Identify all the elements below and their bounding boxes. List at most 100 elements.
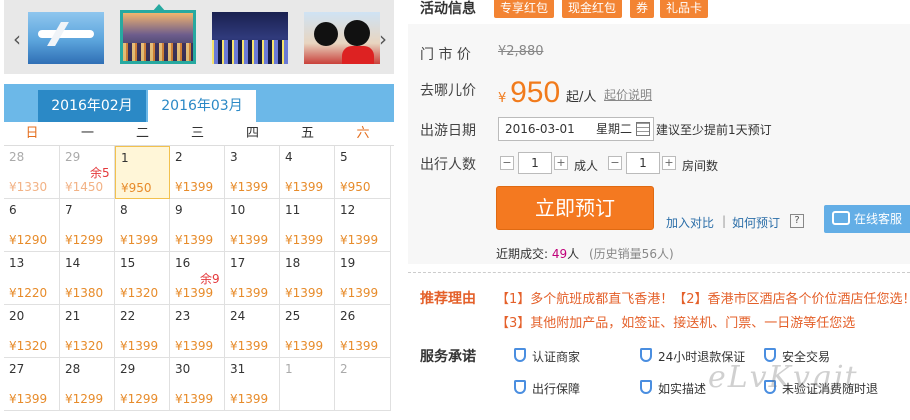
day-price: ¥1320 [120,286,159,300]
calendar-day[interactable]: 2 ¥1399 [170,146,225,199]
qunar-price: ¥ 950 [498,76,560,110]
day-number: 21 [65,309,81,323]
calendar-day[interactable]: 20 ¥1320 [4,305,60,358]
thumbnail-airplane[interactable] [28,12,104,64]
promo-tag-cash-redpacket[interactable]: 现金红包 [562,0,623,18]
tab-month-mar[interactable]: 2016年03月 [148,90,256,122]
calendar-day[interactable]: 1 ¥950 [115,146,170,199]
weekday-tue: 二 [135,126,149,141]
chevron-right-icon[interactable]: › [376,28,390,50]
calendar-day[interactable]: 21 ¥1320 [60,305,115,358]
thumbnail-mickey[interactable] [304,12,380,64]
calendar-day[interactable]: 15 ¥1320 [115,252,170,305]
add-compare-link[interactable]: 加入对比 [666,214,714,231]
promise-item: 如实描述 [640,380,706,397]
price-unit: 起/人 [566,90,597,105]
day-number: 31 [230,362,246,376]
calendar-day[interactable]: 9 ¥1399 [170,199,225,252]
chevron-left-icon[interactable]: ‹ [10,28,24,50]
calendar-day[interactable]: 30 ¥1399 [170,358,225,411]
calendar-day[interactable]: 6 ¥1290 [4,199,60,252]
adult-plus-button[interactable]: + [554,156,568,170]
day-number: 16 [175,256,191,270]
calendar-day[interactable]: 10 ¥1399 [225,199,280,252]
day-number: 27 [9,362,25,376]
day-price: ¥950 [340,180,371,194]
day-number: 29 [120,362,136,376]
day-price: ¥1399 [285,286,324,300]
calendar-day[interactable]: 14 ¥1380 [60,252,115,305]
reason-text: 【1】多个航班成都直飞香港！【2】香港市区酒店各个价位酒店任您选！【3】其他附加… [496,292,910,331]
calendar-day: 2 [335,358,391,411]
calendar-day[interactable]: 24 ¥1399 [225,305,280,358]
calendar-day[interactable]: 27 ¥1399 [4,358,60,411]
day-number: 11 [285,203,301,217]
calendar-grid: 28 ¥1330 29 余5 ¥1450 1 ¥950 2 ¥1399 3 ¥1399 4 ¥1399 5… [4,146,394,411]
price-explain-link[interactable]: 起价说明 [604,86,652,103]
thumbnail-harbor[interactable] [120,10,196,64]
how-to-book-link[interactable]: 如何预订 [732,214,780,231]
thumbnail-skyline[interactable] [212,12,288,64]
link-separator: | [722,214,727,228]
day-price: ¥1450 [65,180,104,194]
calendar-day[interactable]: 13 ¥1220 [4,252,60,305]
day-price: ¥1399 [285,180,324,194]
calendar-icon[interactable] [636,122,650,136]
room-minus-button[interactable]: − [608,156,622,170]
day-number: 28 [65,362,81,376]
calendar-day[interactable]: 3 ¥1399 [225,146,280,199]
day-number: 10 [230,203,246,217]
calendar-day[interactable]: 29 余5 ¥1450 [60,146,115,199]
calendar-day[interactable]: 19 ¥1399 [335,252,391,305]
promise-label: 服务承诺 [420,349,476,365]
room-plus-button[interactable]: + [662,156,676,170]
calendar-day[interactable]: 22 ¥1399 [115,305,170,358]
day-remaining: 余9 [200,272,220,286]
book-now-button[interactable]: 立即预订 [496,186,654,230]
help-icon[interactable]: ? [790,214,804,228]
section-divider [408,272,910,273]
adult-minus-button[interactable]: − [500,156,514,170]
day-price: ¥1399 [175,233,214,247]
calendar-day[interactable]: 23 ¥1399 [170,305,225,358]
price-calendar: 2016年02月 2016年03月 日 一 二 三 四 五 六 28 ¥1330 2… [4,84,394,414]
calendar-day[interactable]: 28 ¥1299 [60,358,115,411]
room-count-input[interactable]: 1 [626,152,660,174]
day-price: ¥1399 [9,392,48,406]
calendar-day[interactable]: 4 ¥1399 [280,146,335,199]
harbor-lights-image [123,43,193,61]
tab-month-feb[interactable]: 2016年02月 [38,90,146,122]
market-price-label: 门 市 价 [420,47,471,63]
calendar-day[interactable]: 17 ¥1399 [225,252,280,305]
shield-icon [640,380,652,394]
recent-sales-suffix: 人 [567,247,580,261]
calendar-day[interactable]: 25 ¥1399 [280,305,335,358]
day-number: 1 [121,151,129,165]
calendar-day[interactable]: 16 余9 ¥1399 [170,252,225,305]
calendar-day[interactable]: 5 ¥950 [335,146,391,199]
calendar-day[interactable]: 28 ¥1330 [4,146,60,199]
promise-item: 出行保障 [514,380,580,397]
reason-label: 推荐理由 [420,291,476,307]
day-number: 25 [285,309,301,323]
day-remaining: 余5 [90,166,110,180]
day-number: 24 [230,309,246,323]
promo-tag-giftcard[interactable]: 礼品卡 [660,0,709,18]
promise-item-label: 出行保障 [532,382,581,396]
calendar-day[interactable]: 12 ¥1399 [335,199,391,252]
calendar-day[interactable]: 31 ¥1399 [225,358,280,411]
calendar-day[interactable]: 26 ¥1399 [335,305,391,358]
day-price: ¥1399 [230,180,269,194]
promo-tag-coupon[interactable]: 券 [630,0,655,18]
day-price: ¥1299 [120,392,159,406]
calendar-day[interactable]: 11 ¥1399 [280,199,335,252]
promise-item: 认证商家 [514,348,580,365]
calendar-day[interactable]: 7 ¥1299 [60,199,115,252]
day-price: ¥1320 [9,339,48,353]
promo-tag-exclusive-redpacket[interactable]: 专享红包 [494,0,555,18]
adult-count-input[interactable]: 1 [518,152,552,174]
calendar-day[interactable]: 18 ¥1399 [280,252,335,305]
calendar-day[interactable]: 8 ¥1399 [115,199,170,252]
day-price: ¥1399 [230,233,269,247]
calendar-day[interactable]: 29 ¥1299 [115,358,170,411]
